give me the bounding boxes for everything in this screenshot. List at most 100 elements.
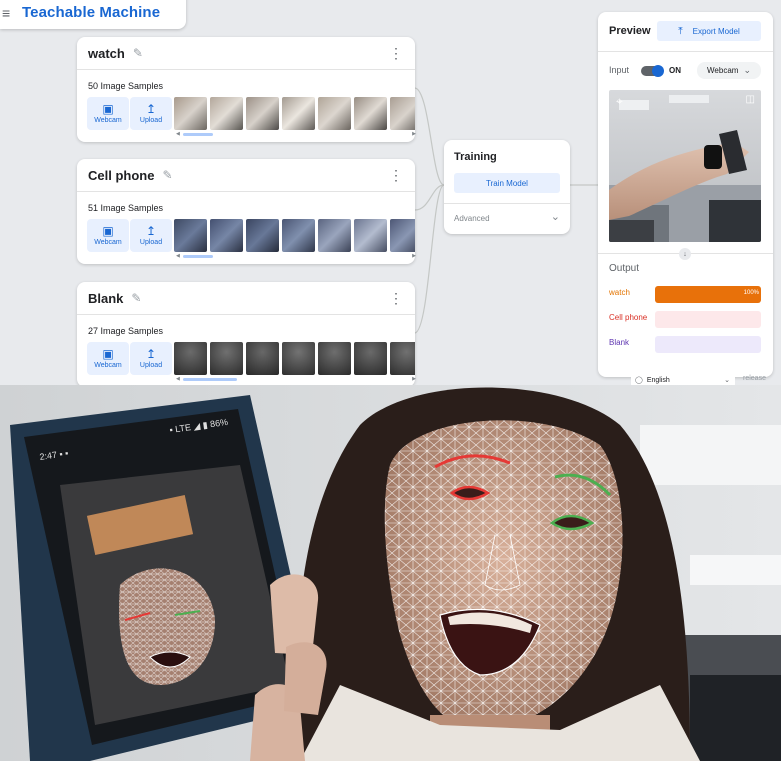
sample-thumbnail[interactable]	[174, 342, 207, 375]
sample-thumbnail[interactable]	[174, 97, 207, 130]
input-label: Input	[609, 65, 630, 75]
preview-panel: Preview ⤒ Export Model Input ON Webcam ⌄	[598, 12, 773, 377]
edit-pencil-icon[interactable]: ✎	[162, 168, 172, 182]
thumbnail-scrollbar[interactable]: ◀ ▶	[176, 253, 416, 259]
preview-title: Preview	[609, 25, 651, 37]
sample-count: 50 Image Samples	[88, 81, 164, 91]
confidence-bar: 100%	[655, 286, 761, 303]
scroll-right-icon[interactable]: ▶	[412, 376, 416, 382]
sample-count: 27 Image Samples	[88, 326, 164, 336]
source-select-value: Webcam	[707, 66, 739, 75]
thumbnail-scrollbar[interactable]: ◀ ▶	[176, 376, 416, 382]
class-name[interactable]: Cell phone	[88, 168, 154, 183]
language-select[interactable]: ◯ English ⌄	[631, 374, 735, 385]
webcam-button[interactable]: ▣ Webcam	[87, 97, 129, 130]
train-model-button[interactable]: Train Model	[454, 173, 560, 193]
advanced-toggle[interactable]: Advanced	[454, 214, 490, 223]
sample-thumbnails	[174, 97, 415, 131]
scrollbar-thumb[interactable]	[183, 255, 213, 258]
upload-button[interactable]: ↥ Upload	[130, 342, 172, 375]
upload-button[interactable]: ↥ Upload	[130, 219, 172, 252]
class-name[interactable]: Blank	[88, 291, 123, 306]
edit-pencil-icon[interactable]: ✎	[133, 46, 143, 60]
teachable-machine-app: ≡ Teachable Machine watch ✎ ⋮ 50 Image S…	[0, 0, 781, 385]
more-options-icon[interactable]: ⋮	[389, 46, 403, 60]
scrollbar-thumb[interactable]	[183, 133, 213, 136]
language-value: English	[646, 376, 670, 384]
sample-thumbnail[interactable]	[282, 342, 315, 375]
upload-button[interactable]: ↥ Upload	[130, 97, 172, 130]
sample-thumbnail[interactable]	[390, 342, 415, 375]
edit-pencil-icon[interactable]: ✎	[131, 291, 141, 305]
export-model-button[interactable]: ⤒ Export Model	[657, 21, 761, 41]
arrow-down-icon: ↓	[679, 248, 691, 260]
face-mesh-image: 2:47 ▪ ▪ ▪ LTE ◢ ▮ 86%	[0, 385, 781, 761]
class-header: Cell phone ✎ ⋮	[77, 159, 415, 192]
output-class-label: Cell phone	[609, 313, 648, 322]
webcam-preview: ⌖ ◫	[609, 90, 761, 242]
sample-thumbnail[interactable]	[246, 97, 279, 130]
chevron-down-icon: ⌄	[724, 377, 730, 384]
app-header: ≡ Teachable Machine	[0, 0, 186, 29]
sample-thumbnail[interactable]	[390, 97, 415, 130]
confidence-bar	[655, 336, 761, 353]
sample-thumbnail[interactable]	[210, 97, 243, 130]
training-panel: Training Train Model Advanced ⌄	[444, 140, 570, 234]
thumbnail-scrollbar[interactable]: ◀ ▶	[176, 131, 416, 137]
upload-label: Upload	[139, 362, 163, 369]
webcam-button[interactable]: ▣ Webcam	[87, 342, 129, 375]
sample-thumbnail[interactable]	[354, 342, 387, 375]
scrollbar-thumb[interactable]	[183, 378, 237, 381]
app-title[interactable]: Teachable Machine	[22, 4, 160, 21]
sample-thumbnail[interactable]	[318, 219, 351, 252]
webcam-button[interactable]: ▣ Webcam	[87, 219, 129, 252]
sample-thumbnail[interactable]	[282, 219, 315, 252]
release-link[interactable]: release	[743, 375, 766, 382]
class-card-watch: watch ✎ ⋮ 50 Image Samples ▣ Webcam ↥ Up…	[77, 37, 416, 142]
sample-thumbnails	[174, 219, 415, 253]
crop-icon[interactable]: ⌖	[616, 94, 623, 109]
video-camera-icon: ▣	[102, 102, 114, 116]
sample-thumbnail[interactable]	[318, 342, 351, 375]
output-row-blank: Blank	[609, 336, 761, 353]
sample-thumbnail[interactable]	[210, 342, 243, 375]
sample-thumbnail[interactable]	[390, 219, 415, 252]
sample-thumbnail[interactable]	[246, 219, 279, 252]
divider	[444, 203, 570, 204]
sample-thumbnail[interactable]	[354, 97, 387, 130]
menu-icon[interactable]: ≡	[2, 6, 16, 20]
class-name[interactable]: watch	[88, 46, 125, 61]
sample-thumbnail[interactable]	[354, 219, 387, 252]
preview-header: Preview ⤒ Export Model	[598, 12, 773, 52]
webcam-label: Webcam	[94, 362, 122, 369]
sample-thumbnail[interactable]	[318, 97, 351, 130]
chevron-down-icon: ⌄	[743, 65, 751, 75]
scroll-right-icon[interactable]: ▶	[412, 253, 416, 259]
class-card-cell-phone: Cell phone ✎ ⋮ 51 Image Samples ▣ Webcam…	[77, 159, 416, 264]
toggle-knob	[652, 65, 664, 77]
chevron-down-icon[interactable]: ⌄	[551, 210, 560, 223]
upload-icon: ↥	[145, 347, 157, 361]
scroll-left-icon[interactable]: ◀	[176, 131, 180, 137]
sample-thumbnail[interactable]	[210, 219, 243, 252]
globe-icon: ◯	[635, 377, 643, 384]
input-toggle[interactable]	[641, 65, 664, 77]
output-label: Output	[609, 263, 640, 274]
class-header: Blank ✎ ⋮	[77, 282, 415, 315]
more-options-icon[interactable]: ⋮	[389, 291, 403, 305]
upload-icon: ↥	[145, 102, 157, 116]
flip-icon[interactable]: ◫	[746, 94, 755, 105]
sample-thumbnails	[174, 342, 415, 376]
sample-thumbnail[interactable]	[246, 342, 279, 375]
scroll-right-icon[interactable]: ▶	[412, 131, 416, 137]
upload-icon: ↥	[145, 224, 157, 238]
webcam-feed-image	[609, 90, 761, 242]
scroll-left-icon[interactable]: ◀	[176, 253, 180, 259]
upload-label: Upload	[139, 239, 163, 246]
sample-thumbnail[interactable]	[174, 219, 207, 252]
scroll-left-icon[interactable]: ◀	[176, 376, 180, 382]
source-select[interactable]: Webcam ⌄	[697, 62, 761, 79]
sample-thumbnail[interactable]	[282, 97, 315, 130]
more-options-icon[interactable]: ⋮	[389, 168, 403, 182]
export-label: Export Model	[692, 26, 740, 36]
